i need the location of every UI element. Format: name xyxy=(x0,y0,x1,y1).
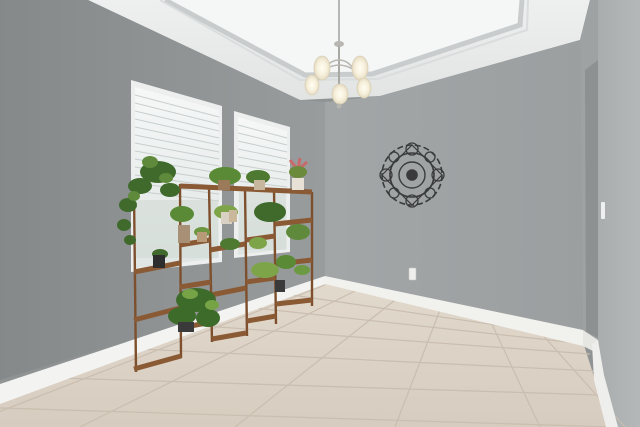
chandelier-bulb xyxy=(304,74,320,96)
electrical-outlet xyxy=(408,267,417,281)
chandelier-bulb xyxy=(356,77,372,99)
light-switch xyxy=(601,202,605,219)
chandelier-bulb xyxy=(331,83,349,105)
room-illustration xyxy=(0,0,640,427)
chandelier-bulb xyxy=(313,55,331,81)
room-photo xyxy=(0,0,640,427)
chandelier-bulb xyxy=(351,55,369,81)
